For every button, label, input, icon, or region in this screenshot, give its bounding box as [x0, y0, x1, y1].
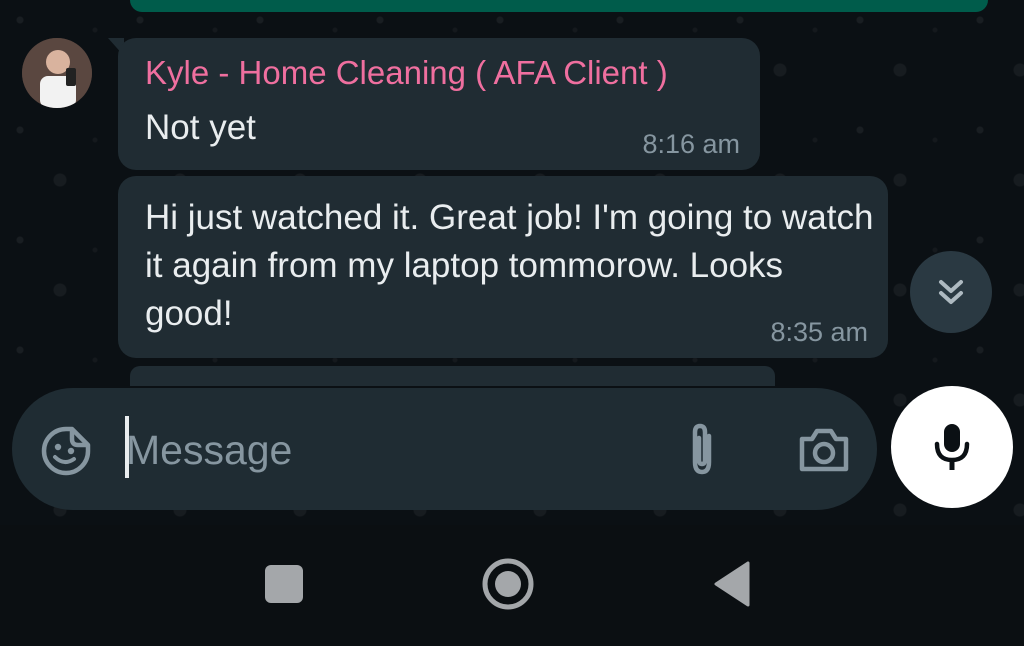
triangle-back-icon — [714, 561, 750, 607]
previous-message-bubble[interactable] — [130, 0, 988, 12]
camera-button[interactable] — [796, 424, 852, 476]
avatar-photo — [22, 38, 92, 108]
message-text: Hi just watched it. Great job! I'm going… — [145, 198, 874, 333]
home-button[interactable] — [480, 556, 536, 612]
scroll-to-bottom-button[interactable] — [910, 251, 992, 333]
contact-avatar[interactable] — [22, 38, 92, 108]
message-bubble[interactable]: Kyle - Home Cleaning ( AFA Client ) Not … — [118, 38, 760, 170]
system-navigation-bar — [0, 525, 1024, 646]
double-chevron-down-icon — [939, 280, 963, 304]
message-composer[interactable] — [12, 388, 877, 510]
partial-message-bubble — [130, 366, 775, 386]
sender-name[interactable]: Kyle - Home Cleaning ( AFA Client ) — [145, 54, 668, 92]
voice-message-button[interactable] — [891, 386, 1013, 508]
paperclip-icon — [692, 423, 712, 475]
sticker-emoji-icon — [41, 426, 91, 476]
text-caret — [125, 416, 129, 478]
back-button[interactable] — [712, 561, 752, 607]
message-timestamp: 8:35 am — [770, 317, 868, 347]
attach-button[interactable] — [678, 422, 726, 478]
recents-square-icon[interactable] — [265, 565, 303, 603]
home-circle-icon — [482, 558, 534, 610]
message-timestamp: 8:16 am — [642, 129, 740, 159]
camera-icon — [799, 428, 849, 472]
emoji-button[interactable] — [40, 425, 92, 477]
microphone-icon — [934, 424, 970, 470]
message-input[interactable] — [124, 414, 648, 486]
message-text: Not yet — [145, 108, 256, 147]
message-bubble[interactable]: Hi just watched it. Great job! I'm going… — [118, 176, 888, 358]
